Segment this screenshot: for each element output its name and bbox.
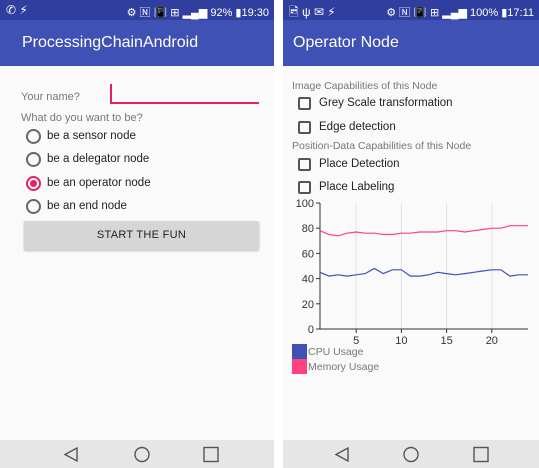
radio-label: be a delegator node bbox=[47, 153, 150, 165]
x-tick-label: 15 bbox=[440, 335, 452, 345]
recents-icon[interactable] bbox=[202, 446, 220, 463]
y-tick-label: 80 bbox=[302, 223, 314, 235]
radio-operator[interactable]: be an operator node bbox=[26, 173, 151, 193]
checkbox[interactable] bbox=[298, 120, 311, 134]
radio-button[interactable] bbox=[26, 128, 41, 144]
usage-chart: 0204060801005 10 15 20 bbox=[296, 198, 528, 345]
y-tick-label: 0 bbox=[308, 324, 314, 336]
home-icon[interactable] bbox=[133, 446, 151, 463]
y-tick-label: 60 bbox=[302, 248, 314, 260]
legend-label-memory: Memory Usage bbox=[308, 360, 380, 373]
legend-swatch-cpu bbox=[292, 344, 307, 359]
status-bar: ✆ ⚡ ⚙ 🄽 📳 ⊞ ▂▄▆ 92% ▮19:30 bbox=[0, 0, 274, 20]
left-screen: ✆ ⚡ ⚙ 🄽 📳 ⊞ ▂▄▆ 92% ▮19:30 ProcessingCha… bbox=[0, 0, 274, 468]
checkbox-place-detection[interactable]: Place Detection bbox=[298, 155, 400, 173]
radio-sensor[interactable]: be a sensor node bbox=[26, 126, 136, 146]
name-input-cursor bbox=[110, 84, 112, 103]
checkbox-grey-scale[interactable]: Grey Scale transformation bbox=[298, 94, 453, 112]
image-section-label: Image Capabilities of this Node bbox=[292, 80, 438, 92]
checkbox-label: Place Detection bbox=[319, 158, 400, 170]
right-screen: 🖻 ψ ✉ ⚡ ⚙ 🄽 📳 ⊞ ▂▄▆ 100% ▮17:11 Operator… bbox=[283, 0, 539, 468]
status-right-text: ⚙ 🄽 📳 ⊞ ▂▄▆ 100% ▮17:11 bbox=[386, 7, 534, 19]
radio-button[interactable] bbox=[26, 198, 41, 214]
checkbox[interactable] bbox=[298, 96, 311, 110]
legend-cpu: CPU Usage bbox=[292, 344, 363, 359]
legend-memory: Memory Usage bbox=[292, 359, 379, 374]
status-bar: 🖻 ψ ✉ ⚡ ⚙ 🄽 📳 ⊞ ▂▄▆ 100% ▮17:11 bbox=[283, 0, 539, 20]
checkbox-label: Grey Scale transformation bbox=[319, 97, 453, 109]
y-tick-label: 20 bbox=[302, 299, 314, 311]
radio-label: be an operator node bbox=[47, 177, 151, 189]
legend-swatch-memory bbox=[292, 359, 307, 374]
checkbox-place-labeling[interactable]: Place Labeling bbox=[298, 178, 394, 196]
status-left-icons: ✆ ⚡ bbox=[6, 3, 28, 17]
home-icon[interactable] bbox=[402, 446, 420, 463]
radio-label: be an end node bbox=[47, 200, 127, 212]
x-tick-label: 20 bbox=[486, 335, 498, 345]
checkbox[interactable] bbox=[298, 157, 311, 171]
back-icon[interactable] bbox=[62, 446, 80, 463]
position-section-label: Position-Data Capabilities of this Node bbox=[292, 140, 472, 152]
y-tick-label: 100 bbox=[296, 198, 314, 210]
radio-label: be a sensor node bbox=[47, 130, 136, 142]
checkbox-edge-detection[interactable]: Edge detection bbox=[298, 118, 396, 136]
start-button[interactable]: START THE FUN bbox=[24, 221, 259, 250]
nav-bar bbox=[0, 440, 274, 468]
x-tick-label: 10 bbox=[395, 335, 407, 345]
memory-usage-line bbox=[319, 225, 528, 237]
app-bar-title: ProcessingChainAndroid bbox=[0, 20, 274, 66]
name-input[interactable] bbox=[110, 102, 259, 104]
app-bar-title: Operator Node bbox=[283, 20, 539, 66]
checkbox-label: Edge detection bbox=[319, 121, 396, 133]
nav-bar bbox=[283, 440, 539, 468]
legend-label-cpu: CPU Usage bbox=[308, 345, 364, 358]
checkbox[interactable] bbox=[298, 180, 311, 194]
cpu-usage-line bbox=[319, 267, 528, 277]
name-label: Your name? bbox=[21, 91, 80, 103]
status-right-text: ⚙ 🄽 📳 ⊞ ▂▄▆ 92% ▮19:30 bbox=[126, 7, 269, 19]
radio-delegator[interactable]: be a delegator node bbox=[26, 149, 149, 169]
y-tick-label: 40 bbox=[302, 274, 314, 286]
role-question: What do you want to be? bbox=[21, 112, 143, 124]
recents-icon[interactable] bbox=[472, 446, 490, 463]
radio-button-checked[interactable] bbox=[26, 175, 41, 191]
checkbox-label: Place Labeling bbox=[319, 181, 395, 193]
back-icon[interactable] bbox=[333, 446, 351, 463]
radio-button[interactable] bbox=[26, 151, 41, 167]
radio-end[interactable]: be an end node bbox=[26, 196, 127, 216]
